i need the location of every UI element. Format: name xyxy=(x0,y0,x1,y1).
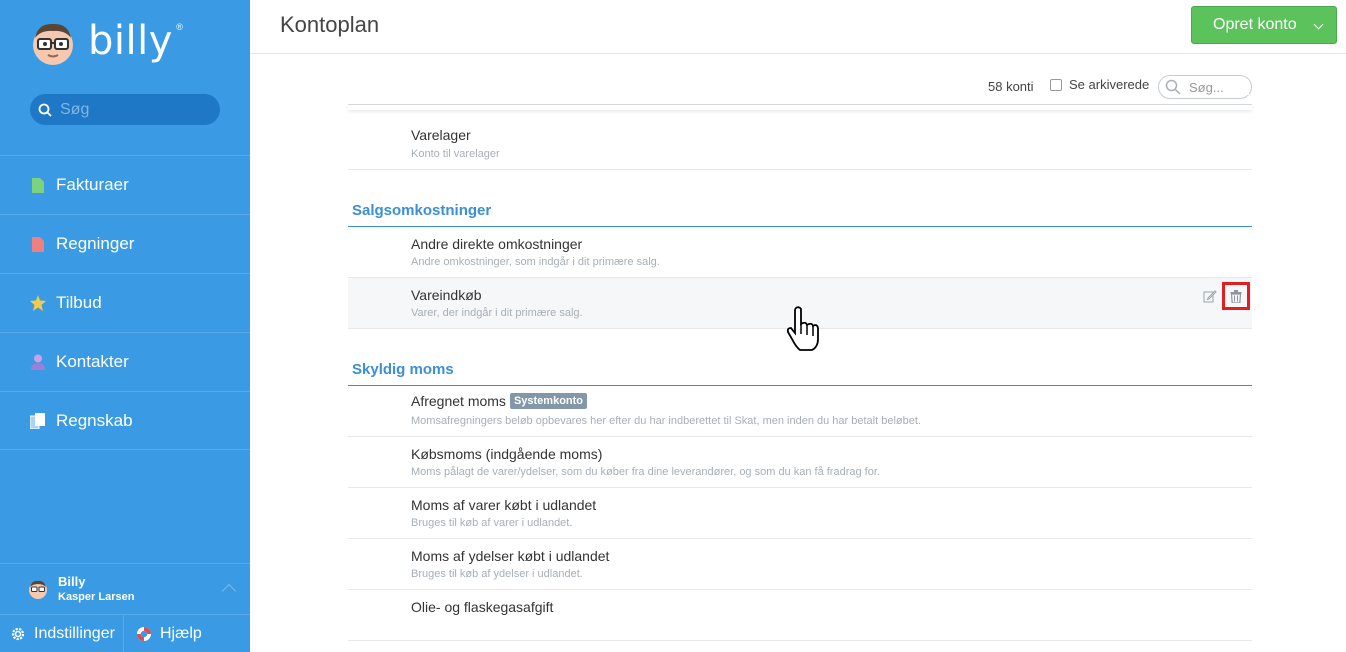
account-name: Olie- og flaskegasafgift xyxy=(411,599,554,615)
bill-icon xyxy=(30,236,46,252)
delete-button[interactable] xyxy=(1222,282,1250,310)
invoice-icon xyxy=(30,177,46,193)
brand-logo[interactable]: billy ® xyxy=(30,16,183,70)
help-label: Hjælp xyxy=(160,624,202,642)
account-row-kobsmoms[interactable]: Købsmoms (indgående moms) Moms pålagt de… xyxy=(348,437,1252,488)
show-archived-checkbox[interactable] xyxy=(1050,78,1062,91)
sidebar-item-tilbud[interactable]: Tilbud xyxy=(0,273,250,332)
account-description: Momsafregningers beløb opbevares her eft… xyxy=(411,415,921,427)
account-name: Vareindkøb xyxy=(411,287,482,303)
brand-name: billy xyxy=(88,18,173,64)
account-row-varelager[interactable]: Varelager Konto til varelager xyxy=(348,118,1252,170)
user-info: Billy Kasper Larsen xyxy=(58,574,134,603)
account-name: Afregnet moms xyxy=(411,393,506,409)
account-name: Moms af ydelser købt i udlandet xyxy=(411,548,610,564)
edit-icon[interactable] xyxy=(1203,289,1217,303)
show-archived-toggle[interactable]: Se arkiverede xyxy=(1050,77,1149,92)
chevron-down-icon xyxy=(1313,19,1324,30)
sidebar-item-kontakter[interactable]: Kontakter xyxy=(0,332,250,391)
account-name-wrap: Afregnet moms Systemkonto xyxy=(411,393,588,409)
create-account-button[interactable]: Opret konto xyxy=(1191,6,1337,44)
person-icon xyxy=(30,354,46,370)
account-row-afregnet-moms[interactable]: Afregnet moms Systemkonto Momsafregninge… xyxy=(348,386,1252,437)
chevron-up-icon[interactable] xyxy=(221,583,237,599)
sidebar-item-label: Kontakter xyxy=(56,352,129,371)
star-icon xyxy=(30,295,46,311)
sidebar-search-input[interactable] xyxy=(60,100,210,119)
trash-icon xyxy=(1230,289,1242,303)
gear-icon xyxy=(11,627,25,640)
account-name: Moms af varer købt i udlandet xyxy=(411,497,597,513)
sidebar-item-regninger[interactable]: Regninger xyxy=(0,214,250,273)
search-icon xyxy=(38,103,52,117)
account-row-andre[interactable]: Andre direkte omkostninger Andre omkostn… xyxy=(348,227,1252,278)
account-search[interactable] xyxy=(1158,75,1252,99)
account-description: Konto til varelager xyxy=(411,148,500,160)
user-name: Billy xyxy=(58,574,86,589)
account-name: Købsmoms (indgående moms) xyxy=(411,446,603,462)
sidebar-item-regnskab[interactable]: Regnskab xyxy=(0,391,250,450)
billy-face-icon xyxy=(33,23,73,65)
help-button[interactable]: Hjælp xyxy=(124,615,202,652)
account-row-olie[interactable]: Olie- og flaskegasafgift xyxy=(348,590,1252,641)
account-count: 58 konti xyxy=(988,79,1034,94)
system-account-badge: Systemkonto xyxy=(509,393,588,409)
user-profile[interactable]: Billy Kasper Larsen xyxy=(0,563,250,613)
user-subtitle: Kasper Larsen xyxy=(58,591,135,603)
account-row-moms-ydelser[interactable]: Moms af ydelser købt i udlandet Bruges t… xyxy=(348,539,1252,590)
sidebar-item-label: Regninger xyxy=(56,234,135,253)
lifebuoy-icon xyxy=(137,626,151,641)
search-icon xyxy=(1165,79,1181,95)
account-name: Andre direkte omkostninger xyxy=(411,236,583,252)
account-row-moms-varer[interactable]: Moms af varer købt i udlandet Bruges til… xyxy=(348,488,1252,539)
avatar xyxy=(29,580,47,599)
show-archived-label: Se arkiverede xyxy=(1069,77,1150,92)
sidebar-item-label: Fakturaer xyxy=(56,175,129,194)
registered-mark: ® xyxy=(176,22,183,32)
sidebar-footer: Indstillinger Hjælp xyxy=(0,614,250,652)
account-description: Andre omkostninger, som indgår i dit pri… xyxy=(411,256,660,268)
book-icon xyxy=(30,412,46,429)
sidebar: billy ® Fakturaer Regninger Tilbud xyxy=(0,0,250,652)
page-title: Kontoplan xyxy=(280,12,380,37)
account-description: Varer, der indgår i dit primære salg. xyxy=(411,307,583,319)
settings-button[interactable]: Indstillinger xyxy=(0,615,124,652)
sidebar-search[interactable] xyxy=(30,94,220,125)
account-description: Moms pålagt de varer/ydelser, som du køb… xyxy=(411,466,880,478)
main-nav: Fakturaer Regninger Tilbud Kontakter Reg… xyxy=(0,155,250,450)
account-description: Bruges til køb af varer i udlandet. xyxy=(411,517,573,529)
sidebar-item-label: Regnskab xyxy=(56,410,133,430)
page-header: Kontoplan Opret konto xyxy=(250,0,1346,54)
sidebar-item-fakturaer[interactable]: Fakturaer xyxy=(0,155,250,214)
section-title-salgsomkostninger: Salgsomkostninger xyxy=(352,202,492,219)
create-account-label: Opret konto xyxy=(1213,16,1297,33)
settings-label: Indstillinger xyxy=(34,624,115,642)
account-description: Bruges til køb af ydelser i udlandet. xyxy=(411,568,583,580)
section-title-skyldig-moms: Skyldig moms xyxy=(352,361,454,378)
account-name: Varelager xyxy=(411,127,471,143)
hand-cursor-icon xyxy=(786,306,819,351)
list-scroll-shadow xyxy=(348,104,1252,110)
account-search-input[interactable] xyxy=(1189,79,1249,95)
sidebar-item-label: Tilbud xyxy=(56,293,102,312)
